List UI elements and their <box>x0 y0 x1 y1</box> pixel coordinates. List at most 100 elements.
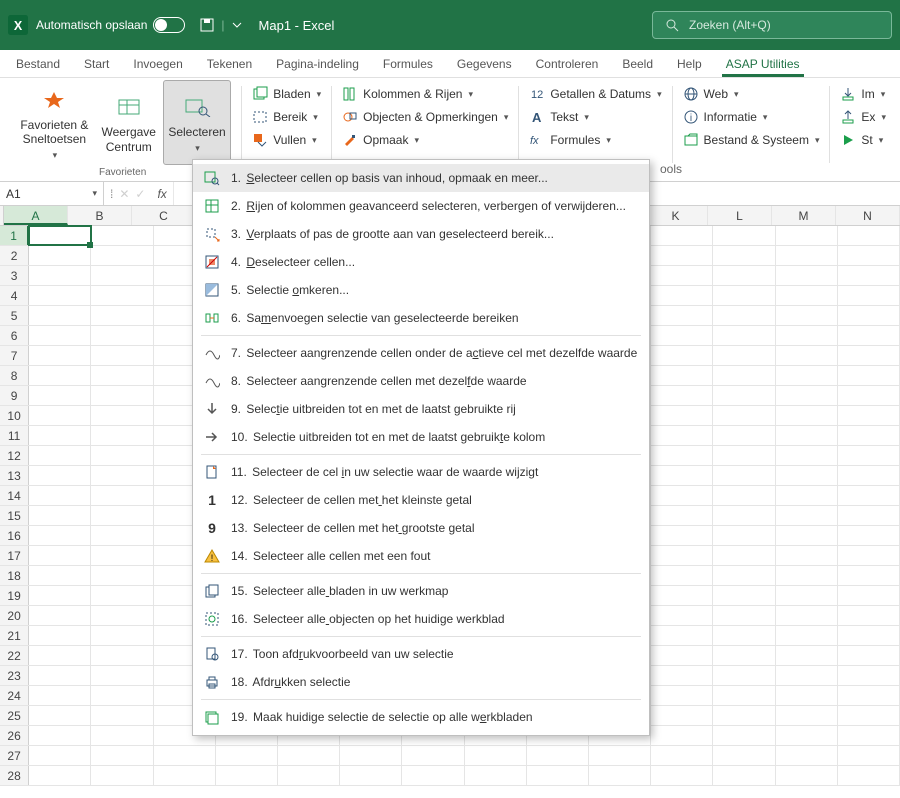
cell[interactable] <box>91 666 153 685</box>
cell[interactable] <box>91 646 153 665</box>
cell[interactable] <box>465 746 527 765</box>
cell[interactable] <box>91 226 153 245</box>
cell[interactable] <box>651 626 713 645</box>
cell[interactable] <box>713 666 775 685</box>
cell[interactable] <box>29 586 91 605</box>
cell[interactable] <box>776 586 838 605</box>
cell[interactable] <box>91 626 153 645</box>
cell[interactable] <box>154 746 216 765</box>
row-header[interactable]: 21 <box>0 626 29 645</box>
ribbon-tab-pagina-indeling[interactable]: Pagina-indeling <box>264 51 371 77</box>
confirm-icon[interactable]: ✓ <box>135 187 145 201</box>
cell[interactable] <box>91 486 153 505</box>
row-header[interactable]: 12 <box>0 446 29 465</box>
row-header[interactable]: 1 <box>0 226 29 245</box>
cell[interactable] <box>91 746 153 765</box>
cell[interactable] <box>29 746 91 765</box>
ribbon-tab-invoegen[interactable]: Invoegen <box>121 51 194 77</box>
cell[interactable] <box>713 566 775 585</box>
cell[interactable] <box>29 346 91 365</box>
cell[interactable] <box>29 566 91 585</box>
ribbon-tab-asap-utilities[interactable]: ASAP Utilities <box>714 51 812 77</box>
row-header[interactable]: 13 <box>0 466 29 485</box>
cell[interactable] <box>29 706 91 725</box>
cell[interactable] <box>29 626 91 645</box>
menu-item-13[interactable]: 913. Selecteer de cellen met het grootst… <box>193 514 649 542</box>
cell[interactable] <box>402 766 464 785</box>
cell[interactable] <box>838 626 900 645</box>
cell[interactable] <box>713 346 775 365</box>
ribbon-tab-beeld[interactable]: Beeld <box>610 51 665 77</box>
cell[interactable] <box>713 446 775 465</box>
cell[interactable] <box>838 706 900 725</box>
cell[interactable] <box>838 486 900 505</box>
cell[interactable] <box>838 466 900 485</box>
ribbon-tab-bestand[interactable]: Bestand <box>4 51 72 77</box>
cell[interactable] <box>29 646 91 665</box>
menu-item-11[interactable]: 11. Selecteer de cel in uw selectie waar… <box>193 458 649 486</box>
cell[interactable] <box>838 686 900 705</box>
cell[interactable] <box>91 466 153 485</box>
cell[interactable] <box>651 366 713 385</box>
row-header[interactable]: 18 <box>0 566 29 585</box>
cell[interactable] <box>278 766 340 785</box>
menu-item-8[interactable]: 8. Selecteer aangrenzende cellen met dez… <box>193 367 649 395</box>
cell[interactable] <box>91 326 153 345</box>
cell[interactable] <box>776 486 838 505</box>
menu-item-1[interactable]: 1. Selecteer cellen op basis van inhoud,… <box>193 164 649 192</box>
toggle-switch-icon[interactable] <box>153 17 185 33</box>
cell[interactable] <box>91 686 153 705</box>
cell[interactable] <box>838 726 900 745</box>
save-icon[interactable] <box>199 17 215 33</box>
cell[interactable] <box>713 426 775 445</box>
row-header[interactable]: 2 <box>0 246 29 265</box>
row-header[interactable]: 5 <box>0 306 29 325</box>
cell[interactable] <box>29 446 91 465</box>
row-header[interactable]: 11 <box>0 426 29 445</box>
menu-item-15[interactable]: 15. Selecteer alle bladen in uw werkmap <box>193 577 649 605</box>
ribbon-btn-opmaak[interactable]: Opmaak ▾ <box>336 130 514 150</box>
cell[interactable] <box>91 246 153 265</box>
cell[interactable] <box>29 326 91 345</box>
cell[interactable] <box>340 746 402 765</box>
cell[interactable] <box>713 686 775 705</box>
cell[interactable] <box>776 446 838 465</box>
row-header[interactable]: 23 <box>0 666 29 685</box>
ribbon-btn-bladen[interactable]: Bladen ▾ <box>246 84 327 104</box>
ribbon-btn-bestand-systeem[interactable]: Bestand & Systeem ▾ <box>677 130 826 150</box>
cell[interactable] <box>713 746 775 765</box>
cell[interactable] <box>91 406 153 425</box>
cell[interactable] <box>776 506 838 525</box>
cell[interactable] <box>91 366 153 385</box>
cell[interactable] <box>465 766 527 785</box>
cell[interactable] <box>340 766 402 785</box>
cell[interactable] <box>713 706 775 725</box>
row-header[interactable]: 7 <box>0 346 29 365</box>
cell[interactable] <box>651 766 713 785</box>
cell[interactable] <box>776 306 838 325</box>
menu-item-2[interactable]: 2. Rijen of kolommen geavanceerd selecte… <box>193 192 649 220</box>
row-header[interactable]: 14 <box>0 486 29 505</box>
cell[interactable] <box>29 726 91 745</box>
cell[interactable] <box>776 766 838 785</box>
menu-item-18[interactable]: 18. Afdrukken selectie <box>193 668 649 696</box>
cell[interactable] <box>838 366 900 385</box>
cell[interactable] <box>776 646 838 665</box>
cell[interactable] <box>651 586 713 605</box>
cell[interactable] <box>29 386 91 405</box>
cell[interactable] <box>776 706 838 725</box>
cell[interactable] <box>91 426 153 445</box>
cell[interactable] <box>713 366 775 385</box>
cell[interactable] <box>776 466 838 485</box>
menu-item-7[interactable]: 7. Selecteer aangrenzende cellen onder d… <box>193 339 649 367</box>
ribbon-btn-im[interactable]: Im ▾ <box>834 84 892 104</box>
cell[interactable] <box>91 266 153 285</box>
cell[interactable] <box>651 306 713 325</box>
cell[interactable] <box>776 566 838 585</box>
cell[interactable] <box>154 766 216 785</box>
cell[interactable] <box>838 446 900 465</box>
cell[interactable] <box>713 386 775 405</box>
cell[interactable] <box>29 486 91 505</box>
cell[interactable] <box>651 226 713 245</box>
cell[interactable] <box>838 386 900 405</box>
